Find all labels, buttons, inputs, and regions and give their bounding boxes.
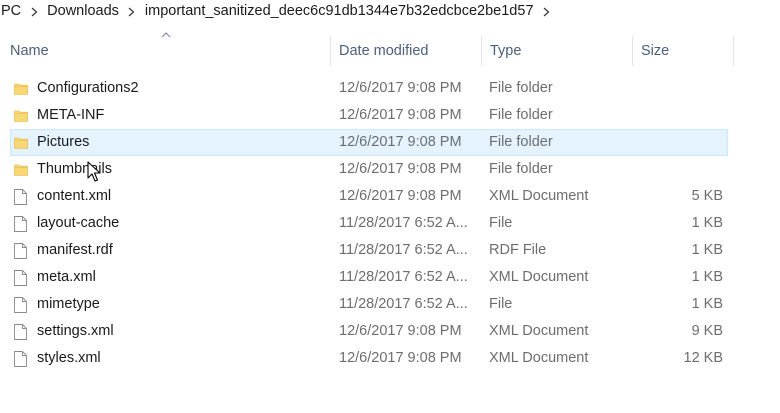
file-type: XML Document [489, 188, 589, 204]
date-modified: 11/28/2017 6:52 A... [339, 269, 468, 285]
folder-row[interactable]: META-INF 12/6/2017 9:08 PM File folder [0, 102, 780, 129]
file-type: File folder [489, 107, 553, 123]
file-row[interactable]: manifest.rdf 11/28/2017 6:52 A... RDF File… [0, 237, 780, 264]
file-explorer-window: PC Downloads important_sanitized_deec6c9… [0, 0, 780, 413]
column-header-bar: Name Date modified Type Size [0, 36, 780, 66]
file-name: layout-cache [37, 215, 120, 231]
file-size: 12 KB [683, 350, 724, 366]
file-icon [14, 264, 32, 291]
file-row[interactable]: meta.xml 11/28/2017 6:52 A... XML Document… [0, 264, 780, 291]
file-type: XML Document [489, 323, 589, 339]
file-name: content.xml [37, 188, 112, 204]
date-modified: 11/28/2017 6:52 A... [339, 215, 468, 231]
folder-icon [14, 129, 32, 156]
breadcrumb-item-current-folder[interactable]: important_sanitized_deec6c91db1344e7b32e… [145, 3, 540, 19]
file-row[interactable]: settings.xml 12/6/2017 9:08 PM XML Documen… [0, 318, 780, 345]
date-modified: 11/28/2017 6:52 A... [339, 296, 468, 312]
date-modified: 12/6/2017 9:08 PM [339, 188, 462, 204]
file-row[interactable]: styles.xml 12/6/2017 9:08 PM XML Document 1… [0, 345, 780, 372]
file-size [640, 102, 723, 129]
file-type: XML Document [489, 350, 589, 366]
folder-icon [14, 156, 32, 183]
file-name: styles.xml [37, 350, 101, 366]
file-icon [14, 345, 32, 372]
file-icon [14, 318, 32, 345]
file-type: File folder [489, 134, 553, 150]
file-size: 1 KB [691, 215, 723, 231]
folder-icon [14, 75, 32, 102]
file-row[interactable]: layout-cache 11/28/2017 6:52 A... File 1 KB [0, 210, 780, 237]
file-type: File [489, 215, 513, 231]
file-type: RDF File [489, 242, 547, 258]
chevron-right-icon[interactable] [125, 4, 139, 18]
file-name: meta.xml [37, 269, 96, 285]
chevron-right-icon[interactable] [27, 4, 41, 18]
file-size: 9 KB [691, 323, 723, 339]
file-icon [14, 210, 32, 237]
date-modified: 12/6/2017 9:08 PM [339, 350, 462, 366]
file-size [640, 75, 723, 102]
file-type: File folder [489, 161, 553, 177]
date-modified: 11/28/2017 6:52 A... [339, 242, 468, 258]
folder-row[interactable]: Thumbnails 12/6/2017 9:08 PM File folder [0, 156, 780, 183]
file-row[interactable]: mimetype 11/28/2017 6:52 A... File 1 KB [0, 291, 780, 318]
date-modified: 12/6/2017 9:08 PM [339, 134, 462, 150]
file-icon [14, 291, 32, 318]
file-name: settings.xml [37, 323, 114, 339]
file-name: Configurations2 [37, 80, 139, 96]
file-size: 1 KB [691, 296, 723, 312]
file-name: manifest.rdf [37, 242, 113, 258]
file-icon [14, 237, 32, 264]
file-size [640, 129, 723, 156]
date-modified: 12/6/2017 9:08 PM [339, 161, 462, 177]
column-divider[interactable] [733, 36, 734, 66]
file-size: 5 KB [691, 188, 723, 204]
folder-row[interactable]: Configurations2 12/6/2017 9:08 PM File fol… [0, 75, 780, 102]
file-size: 1 KB [691, 242, 723, 258]
chevron-right-icon[interactable] [540, 4, 554, 18]
file-row[interactable]: content.xml 12/6/2017 9:08 PM XML Document… [0, 183, 780, 210]
file-icon [14, 183, 32, 210]
file-name: Thumbnails [37, 161, 112, 177]
file-size [640, 156, 723, 183]
date-modified: 12/6/2017 9:08 PM [339, 107, 462, 123]
file-name: META-INF [37, 107, 105, 123]
file-type: File [489, 296, 513, 312]
folder-row[interactable]: Pictures 12/6/2017 9:08 PM File folder [0, 129, 780, 156]
file-type: XML Document [489, 269, 589, 285]
date-modified: 12/6/2017 9:08 PM [339, 80, 462, 96]
folder-icon [14, 102, 32, 129]
file-name: Pictures [37, 134, 90, 150]
file-size: 1 KB [691, 269, 723, 285]
column-header-size[interactable]: Size [633, 36, 733, 66]
breadcrumb: PC Downloads important_sanitized_deec6c9… [0, 0, 560, 22]
breadcrumb-item-downloads[interactable]: Downloads [47, 3, 125, 19]
date-modified: 12/6/2017 9:08 PM [339, 323, 462, 339]
breadcrumb-item-pc[interactable]: PC [0, 3, 27, 19]
column-header-date-modified[interactable]: Date modified [331, 36, 481, 66]
file-type: File folder [489, 80, 553, 96]
file-list: Configurations2 12/6/2017 9:08 PM File fol… [0, 75, 780, 372]
file-name: mimetype [37, 296, 100, 312]
column-header-type[interactable]: Type [482, 36, 632, 66]
column-header-name[interactable]: Name [2, 36, 330, 66]
